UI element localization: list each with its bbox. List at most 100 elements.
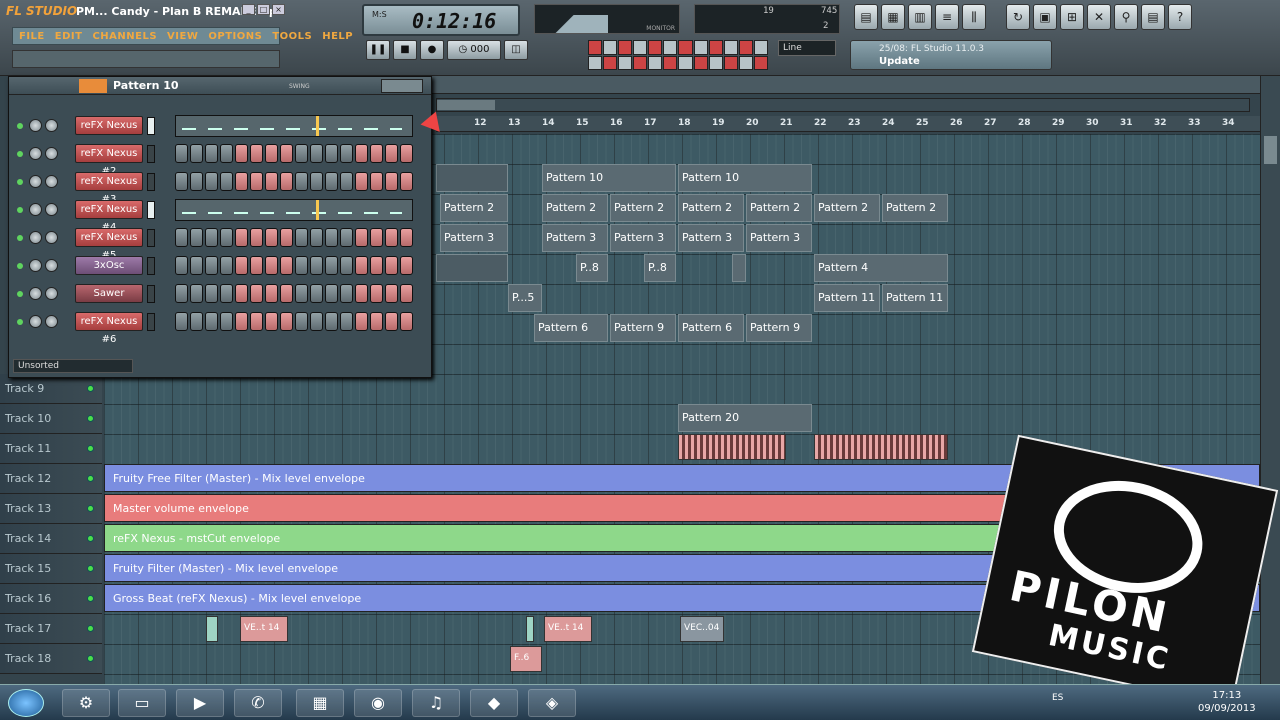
tool-button[interactable] [753, 55, 768, 70]
channel-led[interactable] [17, 263, 23, 269]
step-button[interactable] [370, 144, 383, 163]
step-button[interactable] [355, 284, 368, 303]
step-button[interactable] [340, 144, 353, 163]
step-button[interactable] [355, 312, 368, 331]
step-button[interactable] [220, 312, 233, 331]
tool-button[interactable] [753, 40, 768, 55]
pattern-clip[interactable] [436, 164, 508, 192]
mixer-icon[interactable]: ⫼ [962, 4, 986, 30]
track-mute-led[interactable] [87, 625, 94, 632]
channel-volume-knob[interactable] [45, 315, 58, 328]
track-header[interactable]: Track 9 [0, 374, 102, 404]
pattern-clip[interactable] [436, 254, 508, 282]
step-button[interactable] [175, 228, 188, 247]
pattern-clip[interactable]: Pattern 2 [746, 194, 812, 222]
channel-led[interactable] [17, 179, 23, 185]
step-button[interactable] [280, 228, 293, 247]
step-button[interactable] [205, 256, 218, 275]
track-mute-led[interactable] [87, 535, 94, 542]
step-button[interactable] [340, 256, 353, 275]
piano-roll-icon[interactable]: ▥ [908, 4, 932, 30]
channel-volume-knob[interactable] [45, 231, 58, 244]
step-button[interactable] [175, 144, 188, 163]
step-button[interactable] [370, 312, 383, 331]
pattern-clip[interactable]: Pattern 10 [678, 164, 812, 192]
step-button[interactable] [250, 284, 263, 303]
tool-button[interactable] [603, 55, 618, 70]
step-button[interactable] [175, 312, 188, 331]
system-clock[interactable]: 17:13 09/09/2013 [1198, 689, 1256, 715]
track-mute-led[interactable] [87, 505, 94, 512]
step-button[interactable] [220, 228, 233, 247]
search-icon[interactable]: ⚲ [1114, 4, 1138, 30]
tool-button[interactable] [588, 55, 603, 70]
tool-button[interactable] [708, 40, 723, 55]
step-button[interactable] [190, 256, 203, 275]
tool-button[interactable] [678, 55, 693, 70]
channel-led[interactable] [17, 291, 23, 297]
step-button[interactable] [235, 228, 248, 247]
step-button[interactable] [340, 312, 353, 331]
tool-button[interactable] [663, 55, 678, 70]
track-mute-led[interactable] [87, 445, 94, 452]
tool-button[interactable] [618, 55, 633, 70]
pattern-clip[interactable]: P..8 [576, 254, 608, 282]
track-mute-led[interactable] [87, 565, 94, 572]
channel-pan-knob[interactable] [29, 287, 42, 300]
scroll-thumb[interactable] [1264, 136, 1277, 164]
step-button[interactable] [340, 284, 353, 303]
track-mute-led[interactable] [87, 655, 94, 662]
channel-led[interactable] [17, 123, 23, 129]
step-button[interactable] [295, 228, 308, 247]
step-button[interactable] [325, 256, 338, 275]
audio-clip[interactable]: VE..t 14 [240, 616, 288, 642]
media-player-icon[interactable]: ▶ [176, 689, 224, 717]
track-mute-led[interactable] [87, 595, 94, 602]
pattern-clip[interactable]: Pattern 20 [678, 404, 812, 432]
menu-channels[interactable]: CHANNELS [92, 31, 157, 42]
step-button[interactable] [205, 144, 218, 163]
step-button[interactable] [325, 284, 338, 303]
fl-studio-icon[interactable]: ♫ [412, 689, 460, 717]
step-button[interactable] [310, 284, 323, 303]
step-button[interactable] [310, 228, 323, 247]
news-panel[interactable]: 25/08: FL Studio 11.0.3 Update [850, 40, 1052, 70]
step-button[interactable] [205, 284, 218, 303]
step-button[interactable] [190, 284, 203, 303]
step-button[interactable] [355, 172, 368, 191]
channel-led[interactable] [17, 207, 23, 213]
step-button[interactable] [220, 172, 233, 191]
channel-led[interactable] [17, 319, 23, 325]
tempo-display[interactable]: ◷ 000 [447, 40, 501, 60]
tool-button[interactable] [723, 55, 738, 70]
channel-volume-knob[interactable] [45, 203, 58, 216]
audio-clip[interactable]: VEC..04 [680, 616, 724, 642]
channel-pan-knob[interactable] [29, 315, 42, 328]
step-button[interactable] [235, 172, 248, 191]
step-button[interactable] [385, 172, 398, 191]
pause-button[interactable]: ❚❚ [366, 40, 390, 60]
pattern-selector[interactable]: ◫ [504, 40, 528, 60]
step-button[interactable] [190, 228, 203, 247]
step-button[interactable] [400, 228, 413, 247]
audio-clip[interactable]: F..6 [510, 646, 542, 672]
step-button[interactable] [265, 228, 278, 247]
pattern-clip[interactable]: Pattern 3 [746, 224, 812, 252]
folder-icon[interactable]: ▭ [118, 689, 166, 717]
step-button[interactable] [175, 172, 188, 191]
save-icon[interactable]: ▣ [1033, 4, 1057, 30]
step-button[interactable] [385, 256, 398, 275]
channel-filter[interactable]: Unsorted [13, 359, 133, 373]
audio-clip[interactable] [526, 616, 534, 642]
menu-view[interactable]: VIEW [167, 31, 198, 42]
pattern-clip[interactable]: Pattern 2 [610, 194, 676, 222]
menu-tools[interactable]: TOOLS [272, 31, 312, 42]
step-button[interactable] [370, 228, 383, 247]
language-indicator[interactable]: ES [1052, 693, 1063, 703]
pattern-clip[interactable]: Pattern 9 [610, 314, 676, 342]
step-button[interactable] [325, 172, 338, 191]
step-button[interactable] [265, 284, 278, 303]
track-header[interactable]: Track 14 [0, 524, 102, 554]
track-mute-led[interactable] [87, 385, 94, 392]
channel-rack-header[interactable]: Pattern 10 SWING [9, 77, 431, 95]
